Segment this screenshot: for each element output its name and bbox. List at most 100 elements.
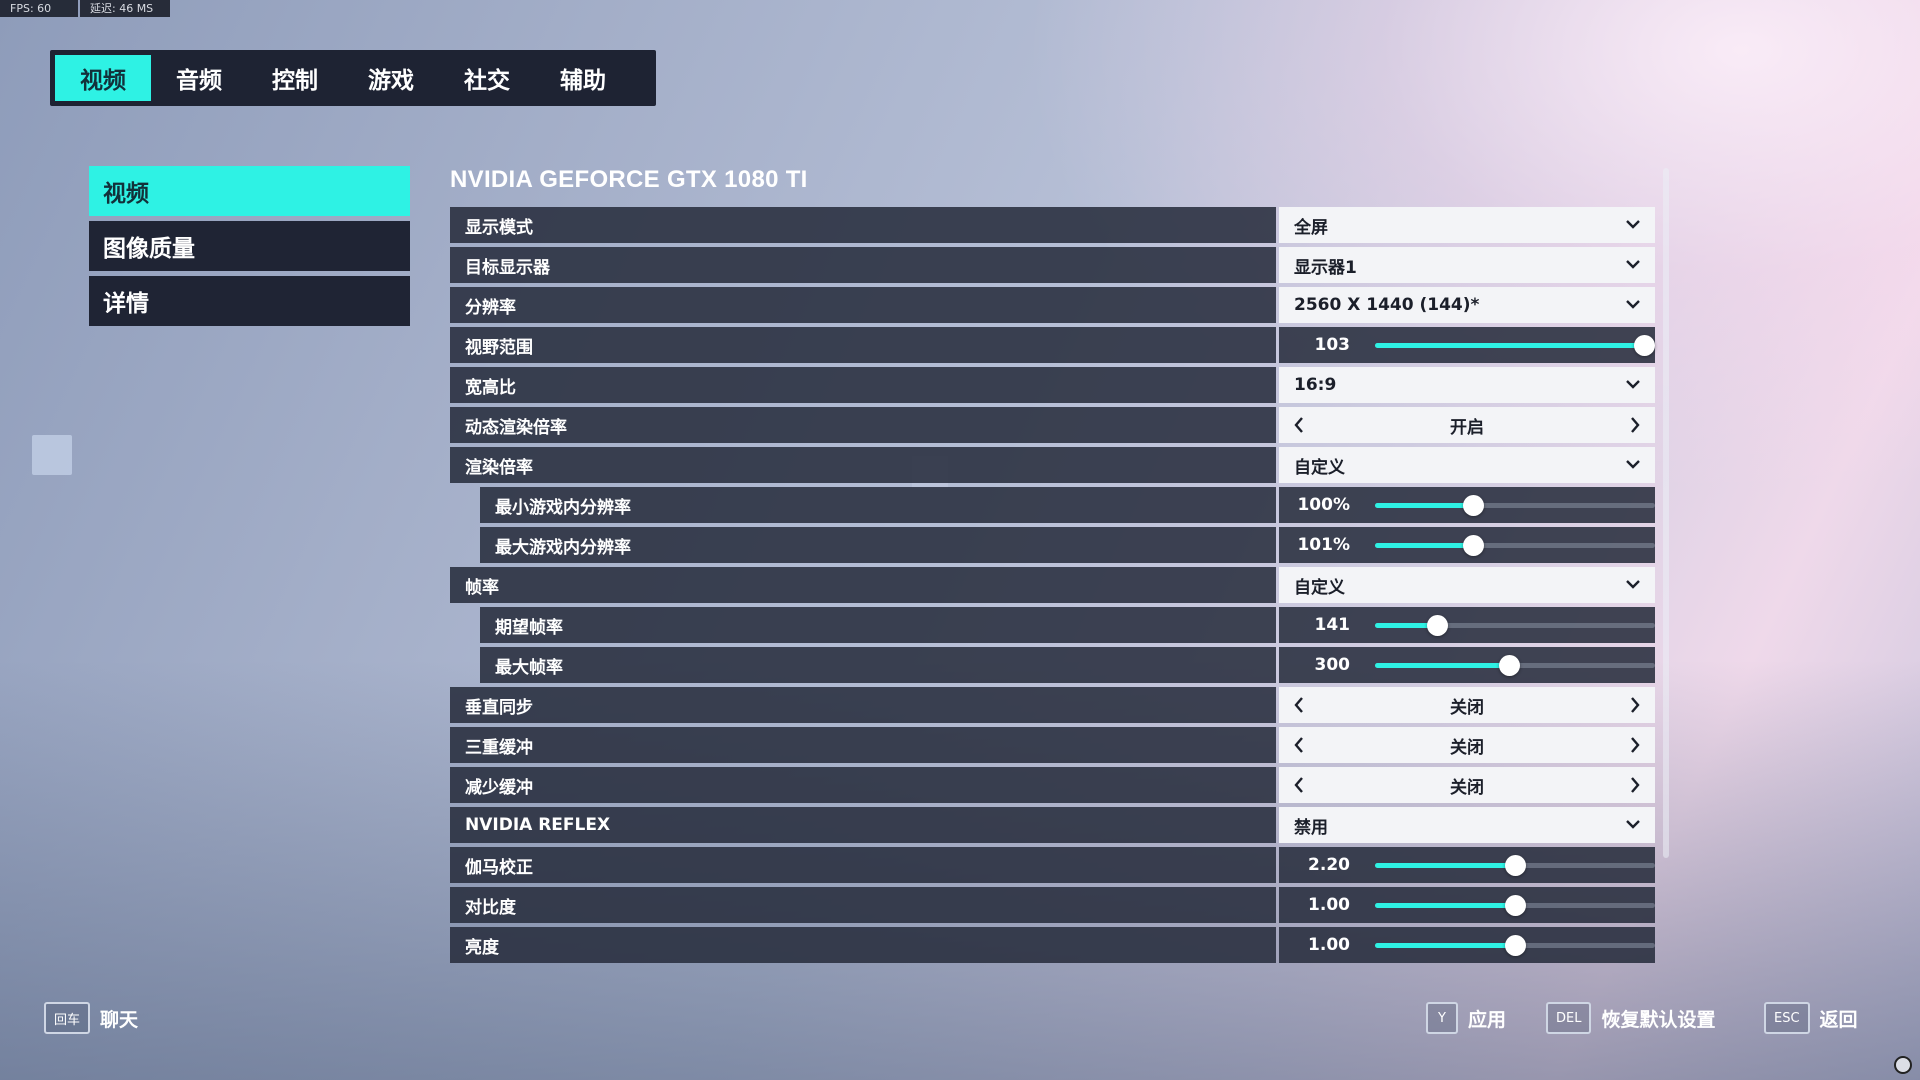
hint-reset[interactable]: DEL 恢复默认设置 — [1546, 1002, 1715, 1034]
dropdown-value: 16:9 — [1294, 375, 1337, 395]
settings-scrollbar[interactable] — [1663, 168, 1669, 858]
slider-track[interactable] — [1375, 655, 1655, 676]
setting-dropdown[interactable]: 16:9 — [1279, 367, 1655, 403]
setting-label: 最大帧率 — [480, 647, 1276, 683]
setting-label: 分辨率 — [450, 287, 1276, 323]
chevron-down-icon — [1625, 816, 1641, 832]
dropdown-value: 自定义 — [1294, 457, 1345, 478]
setting-slider: 141 — [1279, 607, 1655, 643]
slider-track[interactable] — [1375, 895, 1655, 916]
setting-label: 宽高比 — [450, 367, 1276, 403]
setting-slider: 1.00 — [1279, 887, 1655, 923]
slider-track[interactable] — [1375, 495, 1655, 516]
hint-apply[interactable]: Y 应用 — [1426, 1002, 1506, 1034]
setting-row: 视野范围 103 — [450, 327, 1655, 363]
slider-value: 300 — [1314, 655, 1351, 675]
slider-knob[interactable] — [1633, 335, 1655, 356]
setting-dropdown[interactable]: 全屏 — [1279, 207, 1655, 243]
tab-gameplay[interactable]: 游戏 — [343, 55, 439, 101]
fps-counter: FPS: 60 — [0, 0, 78, 17]
slider-knob[interactable] — [1499, 655, 1521, 676]
side-item-graphics-quality[interactable]: 图像质量 — [89, 221, 410, 271]
hint-chat-label: 聊天 — [100, 1008, 139, 1031]
slider-knob[interactable] — [1505, 935, 1526, 956]
setting-row: 最大帧率 300 — [450, 647, 1655, 683]
slider-knob[interactable] — [1463, 535, 1484, 556]
tab-video[interactable]: 视频 — [55, 55, 151, 101]
chevron-right-icon[interactable] — [1627, 735, 1643, 755]
setting-dropdown[interactable]: 自定义 — [1279, 567, 1655, 603]
chevron-down-icon — [1625, 256, 1641, 272]
setting-row: 显示模式 全屏 — [450, 207, 1655, 243]
decorative-square — [32, 435, 72, 475]
hint-chat[interactable]: 回车 聊天 — [44, 1002, 138, 1034]
slider-track[interactable] — [1375, 855, 1655, 876]
performance-overlay: FPS: 60 延迟: 46 MS — [0, 0, 170, 17]
slider-value: 103 — [1314, 335, 1351, 355]
slider-track[interactable] — [1375, 615, 1655, 636]
key-enter: 回车 — [44, 1002, 91, 1034]
tab-controls[interactable]: 控制 — [247, 55, 343, 101]
side-item-video[interactable]: 视频 — [89, 166, 410, 216]
hint-back-label: 返回 — [1819, 1008, 1858, 1031]
setting-slider: 101% — [1279, 527, 1655, 563]
setting-label: 动态渲染倍率 — [450, 407, 1276, 443]
setting-label: 垂直同步 — [450, 687, 1276, 723]
chevron-left-icon[interactable] — [1291, 775, 1307, 795]
setting-row: 最大游戏内分辨率 101% — [450, 527, 1655, 563]
slider-track[interactable] — [1375, 535, 1655, 556]
dropdown-value: 禁用 — [1294, 817, 1328, 838]
side-menu: 视频 图像质量 详情 — [89, 166, 410, 331]
tab-audio[interactable]: 音频 — [151, 55, 247, 101]
setting-label: 亮度 — [450, 927, 1276, 963]
setting-slider: 300 — [1279, 647, 1655, 683]
toggle-value: 关闭 — [1450, 697, 1484, 718]
hint-apply-label: 应用 — [1468, 1008, 1507, 1031]
tab-social[interactable]: 社交 — [439, 55, 535, 101]
setting-row: 减少缓冲 关闭 — [450, 767, 1655, 803]
setting-slider: 103 — [1279, 327, 1655, 363]
setting-label: 伽马校正 — [450, 847, 1276, 883]
setting-row: 渲染倍率 自定义 — [450, 447, 1655, 483]
chevron-left-icon[interactable] — [1291, 415, 1307, 435]
slider-track[interactable] — [1375, 335, 1655, 356]
setting-label: 显示模式 — [450, 207, 1276, 243]
status-circle-icon — [1894, 1056, 1912, 1074]
setting-dropdown[interactable]: 2560 X 1440 (144)* — [1279, 287, 1655, 323]
chevron-left-icon[interactable] — [1291, 735, 1307, 755]
setting-dropdown[interactable]: 禁用 — [1279, 807, 1655, 843]
dropdown-value: 全屏 — [1294, 217, 1328, 238]
slider-fill — [1375, 943, 1515, 948]
slider-value: 1.00 — [1308, 895, 1350, 915]
toggle-value: 关闭 — [1450, 737, 1484, 758]
slider-knob[interactable] — [1463, 495, 1484, 516]
slider-fill — [1375, 863, 1515, 868]
setting-label: 对比度 — [450, 887, 1276, 923]
slider-track[interactable] — [1375, 935, 1655, 956]
slider-knob[interactable] — [1505, 895, 1526, 916]
dropdown-value: 自定义 — [1294, 577, 1345, 598]
setting-dropdown[interactable]: 自定义 — [1279, 447, 1655, 483]
chevron-right-icon[interactable] — [1627, 775, 1643, 795]
top-tab-bar: 视频 音频 控制 游戏 社交 辅助 — [50, 50, 656, 106]
setting-toggle: 关闭 — [1279, 727, 1655, 763]
side-item-details[interactable]: 详情 — [89, 276, 410, 326]
setting-label: 目标显示器 — [450, 247, 1276, 283]
setting-row: 三重缓冲 关闭 — [450, 727, 1655, 763]
setting-label: 视野范围 — [450, 327, 1276, 363]
dropdown-value: 2560 X 1440 (144)* — [1294, 295, 1480, 315]
setting-row: 对比度 1.00 — [450, 887, 1655, 923]
toggle-value: 开启 — [1450, 417, 1484, 438]
hint-back[interactable]: ESC 返回 — [1764, 1002, 1858, 1034]
gpu-title: NVIDIA GEFORCE GTX 1080 TI — [450, 166, 808, 193]
chevron-right-icon[interactable] — [1627, 415, 1643, 435]
slider-fill — [1375, 343, 1644, 348]
slider-knob[interactable] — [1505, 855, 1526, 876]
slider-knob[interactable] — [1426, 615, 1448, 636]
chevron-left-icon[interactable] — [1291, 695, 1307, 715]
setting-dropdown[interactable]: 显示器1 — [1279, 247, 1655, 283]
tab-accessibility[interactable]: 辅助 — [535, 55, 631, 101]
chevron-right-icon[interactable] — [1627, 695, 1643, 715]
setting-row: 垂直同步 关闭 — [450, 687, 1655, 723]
setting-slider: 1.00 — [1279, 927, 1655, 963]
